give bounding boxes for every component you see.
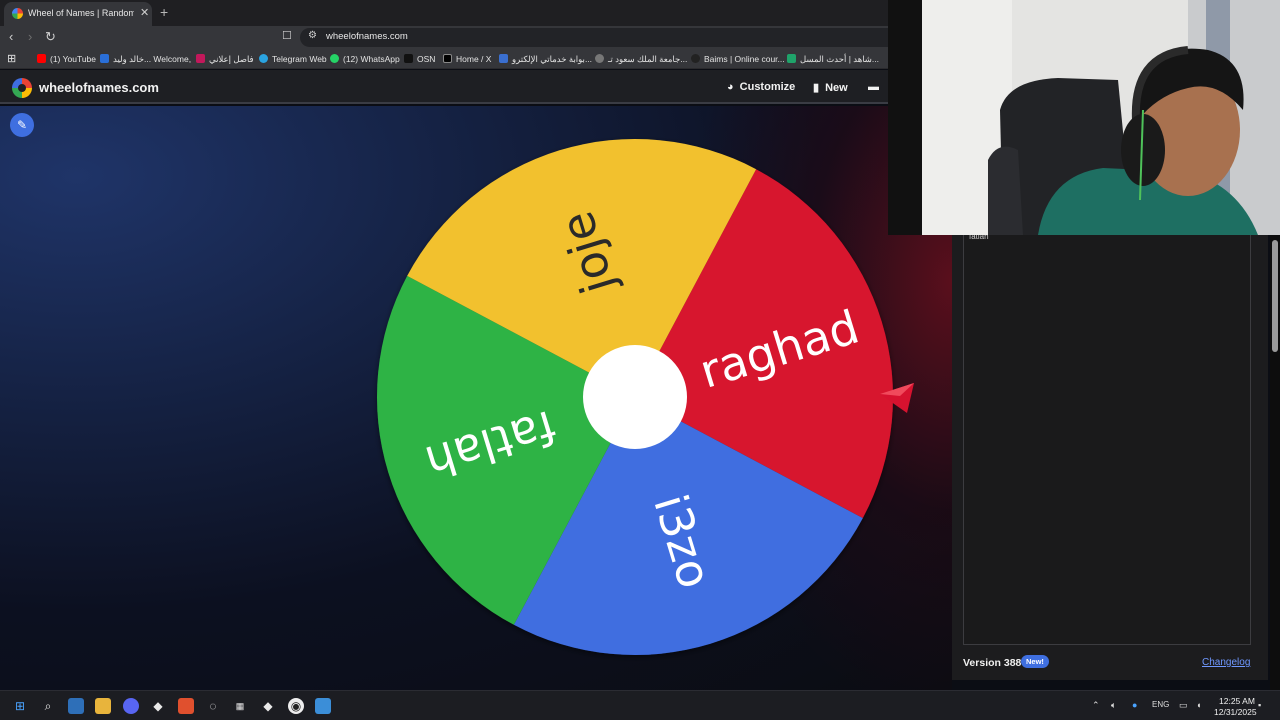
scrollbar-thumb[interactable] [1272,240,1278,352]
app-icon[interactable]: ▦ [232,698,248,714]
windows-start-icon[interactable]: ⊞ [12,698,28,714]
notification-icon[interactable]: ▪ [1258,700,1261,710]
entries-textbox[interactable] [963,235,1251,645]
steam-icon[interactable]: ◆ [260,698,276,714]
speaker-icon[interactable]: 🔈︎ [1111,700,1116,711]
changelog-link[interactable]: Changelog [1202,657,1250,668]
webcam-overlay [888,0,1280,235]
app-icon[interactable] [315,698,331,714]
webcam-image [888,0,1280,235]
discord-icon[interactable] [123,698,139,714]
network-icon[interactable]: ▭ [1179,700,1188,711]
version-label: Version 388 [963,657,1022,669]
chevron-up-icon[interactable]: ⌃ [1092,700,1100,711]
windows-taskbar: ⊞ ⌕ ◆ ◌ ▦ ◆ ◉ ⌃ 🔈︎ ● ENG ▭ ◖ 12:25 AM 12… [0,690,1280,720]
language-indicator[interactable]: ENG [1152,700,1169,709]
clock-time[interactable]: 12:25 AM [1219,696,1255,706]
new-badge: New! [1021,655,1049,668]
app-icon[interactable]: ◌ [205,698,221,714]
wheel-center-hub[interactable] [583,345,687,449]
file-explorer-icon[interactable] [95,698,111,714]
search-icon[interactable]: ⌕ [40,698,56,714]
brave-browser-icon[interactable] [178,698,194,714]
overwatch-icon[interactable]: ◉ [288,698,304,714]
clock-date[interactable]: 12/31/2025 [1214,707,1257,717]
microphone-icon[interactable]: ● [1132,700,1137,710]
spin-wheel[interactable]: raghadi3zofatlahjoje [0,0,952,690]
steam-icon[interactable]: ◆ [150,698,166,714]
wheel-pointer-icon [880,383,914,413]
photos-app-icon[interactable] [68,698,84,714]
volume-icon[interactable]: ◖ [1196,700,1201,710]
